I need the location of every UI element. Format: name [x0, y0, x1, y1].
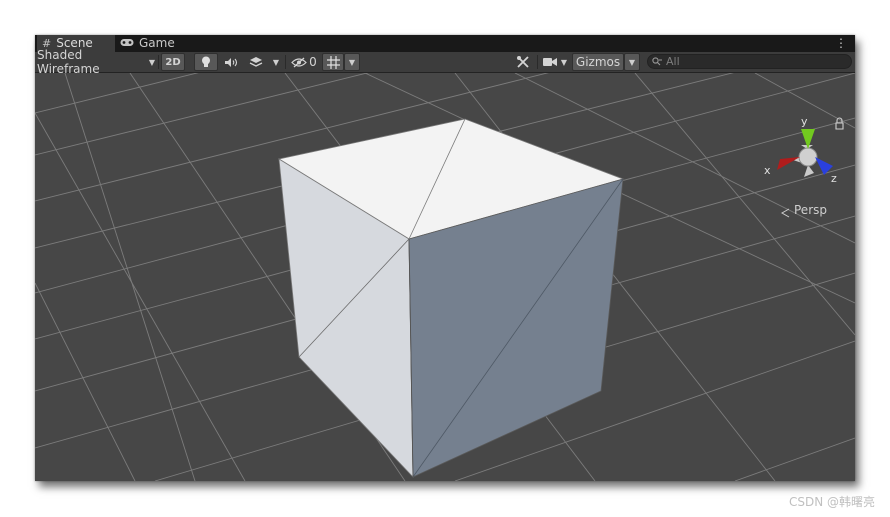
scene-view-window: # Scene Game ⋮ Shaded Wireframe ▼ 2D ▼ 0… — [35, 35, 855, 481]
gizmos-dropdown[interactable]: ▼ — [624, 53, 640, 71]
projection-label: Persp — [794, 203, 827, 217]
axis-x-cone — [777, 157, 800, 170]
watermark: CSDN @韩曙亮 — [788, 495, 875, 509]
toolbar-divider — [285, 55, 286, 69]
axis-x-label: x — [764, 164, 771, 177]
axis-z-label: z — [831, 172, 837, 185]
effects-dropdown[interactable]: ▼ — [269, 53, 283, 71]
eye-hidden-icon — [291, 57, 308, 67]
speaker-icon — [225, 57, 238, 67]
toolbar-divider — [537, 55, 538, 69]
tools-button[interactable] — [512, 53, 534, 71]
cube[interactable] — [277, 118, 625, 479]
chevron-down-icon: ▼ — [628, 57, 636, 67]
perspective-icon — [780, 208, 790, 218]
chevron-down-icon: ▼ — [272, 57, 280, 67]
lighting-toggle-button[interactable] — [194, 53, 218, 71]
layers-icon — [249, 57, 263, 67]
camera-settings-button[interactable] — [541, 53, 559, 71]
toggle-2d-button[interactable]: 2D — [161, 53, 185, 71]
audio-toggle-button[interactable] — [221, 53, 241, 71]
search-icon — [652, 57, 662, 66]
hidden-objects-toggle[interactable]: 0 — [289, 53, 319, 71]
toolbar-divider — [158, 55, 159, 69]
scene-canvas: y x z Persp — [35, 73, 855, 481]
scene-viewport[interactable]: y x z Persp — [35, 73, 855, 481]
grid-dropdown[interactable]: ▼ — [344, 53, 360, 71]
grid-toggle-button[interactable] — [322, 53, 344, 71]
effects-toggle-button[interactable] — [245, 53, 267, 71]
hidden-objects-count: 0 — [309, 55, 317, 69]
more-options-icon[interactable]: ⋮ — [835, 35, 847, 52]
gizmos-button[interactable]: Gizmos — [572, 53, 624, 71]
axis-y-label: y — [801, 115, 808, 128]
chevron-down-icon: ▼ — [560, 57, 568, 67]
shading-mode-dropdown[interactable]: Shaded Wireframe ▼ — [37, 48, 155, 76]
lightbulb-icon — [202, 56, 210, 67]
tab-bar: # Scene Game ⋮ — [35, 35, 855, 52]
chevron-down-icon: ▼ — [348, 57, 356, 67]
orientation-gizmo[interactable]: y x z Persp — [764, 115, 844, 218]
search-input[interactable] — [666, 55, 836, 68]
camera-icon — [543, 58, 557, 66]
grid-icon — [326, 55, 340, 69]
camera-dropdown[interactable]: ▼ — [558, 53, 570, 71]
hierarchy-search[interactable] — [647, 54, 852, 69]
scene-toolbar: Shaded Wireframe ▼ 2D ▼ 0 ▼ ▼ Gizmos ▼ A… — [35, 48, 855, 76]
shading-mode-label: Shaded Wireframe — [37, 48, 100, 76]
tools-icon — [517, 56, 529, 68]
chevron-down-icon: ▼ — [148, 57, 155, 67]
